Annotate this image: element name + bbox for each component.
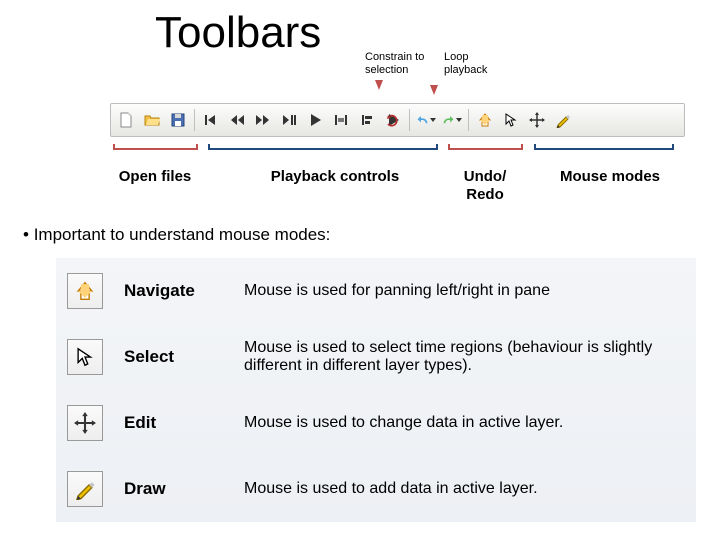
toolbar-separator [468,109,469,131]
navigate-mode-icon [67,273,103,309]
open-file-icon[interactable] [141,109,163,131]
slide: { "title": "Toolbars", "callouts": { "co… [0,0,720,540]
edit-mode-icon [67,405,103,441]
mode-name: Draw [114,456,234,522]
mode-name: Navigate [114,258,234,324]
select-mode-icon[interactable] [500,109,522,131]
arrow-icon [430,85,438,95]
mouse-modes-table: Navigate Mouse is used for panning left/… [56,258,696,522]
select-mode-icon [67,339,103,375]
mode-description: Mouse is used to add data in active laye… [234,456,696,522]
rewind-start-icon[interactable] [200,109,222,131]
bullet-text: Important to understand mouse modes: [23,225,330,245]
group-label-mouse-modes: Mouse modes [540,168,680,186]
toolbar-separator [409,109,410,131]
play-pause-icon[interactable] [278,109,300,131]
table-row: Select Mouse is used to select time regi… [56,324,696,390]
group-label-undo-redo: Undo/ Redo [450,168,520,204]
rewind-icon[interactable] [226,109,248,131]
page-title: Toolbars [155,8,321,58]
mode-description: Mouse is used to select time regions (be… [234,324,696,390]
constrain-selection-icon[interactable] [330,109,352,131]
toolbar [110,103,685,137]
group-label-playback: Playback controls [250,168,420,186]
undo-icon[interactable] [415,109,437,131]
group-label-open-files: Open files [100,168,210,186]
group-underline-open-files [113,148,198,150]
fast-forward-icon[interactable] [252,109,274,131]
toolbar-separator [194,109,195,131]
mode-description: Mouse is used to change data in active l… [234,390,696,456]
draw-mode-icon[interactable] [552,109,574,131]
group-underline-mouse-modes [534,148,674,150]
callout-loop-playback: Loop playback [444,51,504,76]
draw-mode-icon [67,471,103,507]
callout-constrain-to-selection: Constrain to selection [365,51,435,76]
table-row: Edit Mouse is used to change data in act… [56,390,696,456]
arrow-icon [375,80,383,90]
group-underline-playback [208,148,438,150]
loop-playback-icon[interactable] [382,109,404,131]
navigate-mode-icon[interactable] [474,109,496,131]
table-row: Navigate Mouse is used for panning left/… [56,258,696,324]
mode-name: Select [114,324,234,390]
table-row: Draw Mouse is used to add data in active… [56,456,696,522]
align-icon[interactable] [356,109,378,131]
redo-icon[interactable] [441,109,463,131]
save-icon[interactable] [167,109,189,131]
edit-mode-icon[interactable] [526,109,548,131]
mode-name: Edit [114,390,234,456]
new-file-icon[interactable] [115,109,137,131]
group-underline-undo-redo [448,148,523,150]
play-icon[interactable] [304,109,326,131]
mode-description: Mouse is used for panning left/right in … [234,258,696,324]
